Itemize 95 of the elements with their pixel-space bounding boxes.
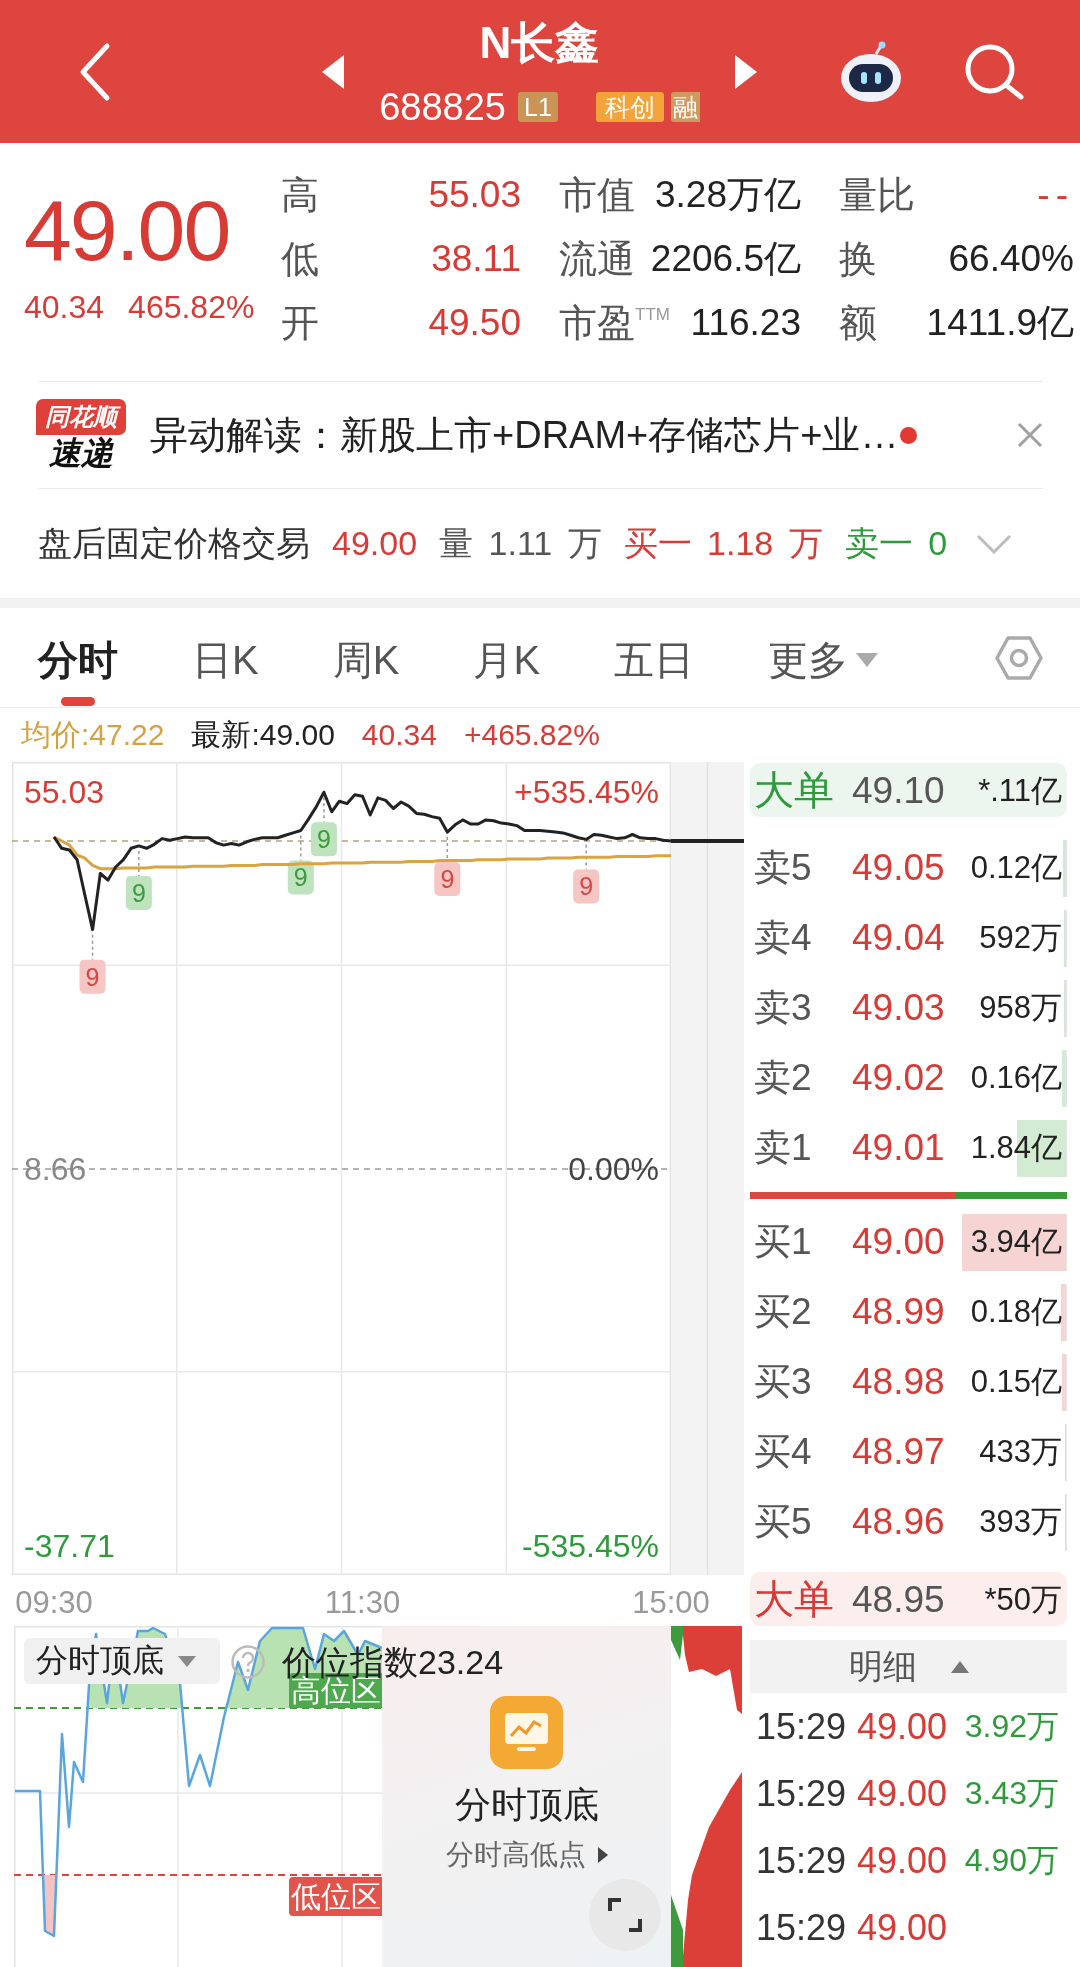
- order-price: 48.95: [852, 1578, 946, 1621]
- trade-price: 49.00: [857, 1839, 949, 1882]
- stock-name: N长鑫: [479, 18, 600, 68]
- order-volume: 0.18亿: [970, 1293, 1063, 1331]
- order-volume: 433万: [979, 1433, 1063, 1471]
- order-price: 49.02: [852, 1057, 946, 1099]
- order-level-label: 卖4: [753, 916, 813, 960]
- order-volume: 393万: [979, 1503, 1063, 1541]
- axis-label: +535.45%: [514, 774, 659, 810]
- legend-value: 最新:49.00: [191, 716, 335, 753]
- trade-time: 15:29: [755, 1772, 848, 1815]
- order-volume: *.11亿: [978, 771, 1063, 810]
- after-hours-value: 买一 1.18 万: [623, 522, 823, 564]
- trade-price: 49.00: [857, 1906, 949, 1949]
- trade-volume: 3.92万: [964, 1706, 1060, 1746]
- stat-label: 高: [281, 173, 319, 217]
- axis-label: -535.45%: [522, 1528, 659, 1564]
- order-price: 49.01: [852, 1127, 946, 1169]
- order-level-label: 买4: [753, 1430, 813, 1474]
- stat-label: 市盈$^{TTM}$: [559, 301, 670, 345]
- order-price: 49.03: [852, 987, 946, 1029]
- trade-volume: 3.43万: [964, 1773, 1060, 1813]
- market-tag: 科创: [595, 92, 664, 122]
- stat-label: 流通: [559, 237, 635, 281]
- order-price: 49.04: [852, 917, 946, 959]
- stat-value: 38.11: [431, 237, 521, 281]
- stat-value: 66.40%: [948, 237, 1074, 281]
- time-label: 11:30: [324, 1585, 401, 1620]
- trade-price: 49.00: [857, 1705, 949, 1748]
- after-hours-value: 卖一 0: [844, 522, 948, 564]
- after-hours-label: 盘后固定价格交易: [38, 522, 310, 564]
- order-volume: *50万: [984, 1580, 1063, 1619]
- stat-label: 市值: [559, 173, 635, 217]
- order-price: 49.05: [852, 847, 946, 889]
- order-level-label: 卖2: [753, 1056, 813, 1100]
- stock-code: 688825: [379, 85, 506, 130]
- stat-value: 3.28万亿: [655, 173, 801, 217]
- last-price: 49.00: [24, 185, 231, 275]
- market-tag: L1: [518, 92, 558, 122]
- stat-value: 1411.9亿: [926, 301, 1074, 345]
- stat-label: 低: [281, 237, 319, 281]
- low-zone-label: 低位区: [289, 1877, 382, 1916]
- percent-change: 465.82%: [128, 289, 255, 325]
- order-level-label: 卖3: [753, 986, 813, 1030]
- logo-caption: 速递: [49, 434, 113, 472]
- stat-label: 额: [839, 301, 877, 345]
- order-price: 49.00: [852, 1221, 946, 1263]
- axis-label: 0.00%: [568, 1151, 659, 1187]
- logo-brand: 同花顺: [36, 398, 126, 435]
- order-price: 49.10: [852, 769, 946, 812]
- order-volume: 592万: [979, 919, 1063, 957]
- order-price: 48.98: [852, 1361, 946, 1403]
- axis-label: 55.03: [24, 774, 105, 810]
- stat-label: 开: [281, 301, 319, 345]
- after-hours-value: 49.00: [332, 524, 418, 563]
- card-title: 分时顶底: [454, 1783, 599, 1827]
- big-order-label: 大单: [753, 767, 835, 814]
- order-volume: 0.16亿: [970, 1059, 1063, 1097]
- order-level-label: 买1: [753, 1220, 813, 1264]
- stat-label: 量比: [839, 173, 915, 217]
- order-price: 48.96: [852, 1501, 946, 1543]
- stat-value: --: [1037, 173, 1074, 217]
- order-volume: 1.84亿: [970, 1129, 1063, 1167]
- order-level-label: 卖1: [753, 1126, 813, 1170]
- market-tag: 融: [670, 92, 700, 122]
- trade-volume: 4.90万: [964, 1840, 1060, 1880]
- order-level-label: 卖5: [753, 846, 813, 890]
- legend-value: +465.82%: [463, 718, 600, 752]
- order-price: 48.97: [852, 1431, 946, 1473]
- order-level-label: 买5: [753, 1500, 813, 1544]
- legend-value: 40.34: [361, 718, 437, 752]
- after-hours-value: 量 1.11 万: [439, 522, 602, 564]
- order-volume: 0.12亿: [970, 849, 1063, 887]
- stat-label: 换: [839, 237, 877, 281]
- axis-label: 8.66: [24, 1151, 87, 1187]
- stat-value: 2206.5亿: [650, 237, 801, 281]
- time-label: 09:30: [15, 1585, 93, 1620]
- price-change: 40.34: [24, 289, 105, 325]
- big-order-label: 大单: [753, 1576, 835, 1623]
- trade-time: 15:29: [755, 1705, 848, 1748]
- trade-price: 49.00: [857, 1772, 949, 1815]
- order-price: 48.99: [852, 1291, 946, 1333]
- order-level-label: 买2: [753, 1290, 813, 1334]
- order-volume: 0.15亿: [970, 1363, 1063, 1401]
- stat-value: 49.50: [428, 301, 521, 345]
- axis-label: -37.71: [24, 1528, 115, 1564]
- trade-time: 15:29: [755, 1839, 848, 1882]
- trade-time: 15:29: [755, 1906, 848, 1949]
- time-label: 15:00: [632, 1585, 710, 1620]
- order-level-label: 买3: [753, 1360, 813, 1404]
- stat-value: 55.03: [428, 173, 521, 217]
- order-volume: 3.94亿: [970, 1223, 1063, 1261]
- order-volume: 958万: [979, 989, 1063, 1027]
- stat-value: 116.23: [690, 301, 801, 345]
- legend-value: 均价:47.22: [21, 716, 165, 753]
